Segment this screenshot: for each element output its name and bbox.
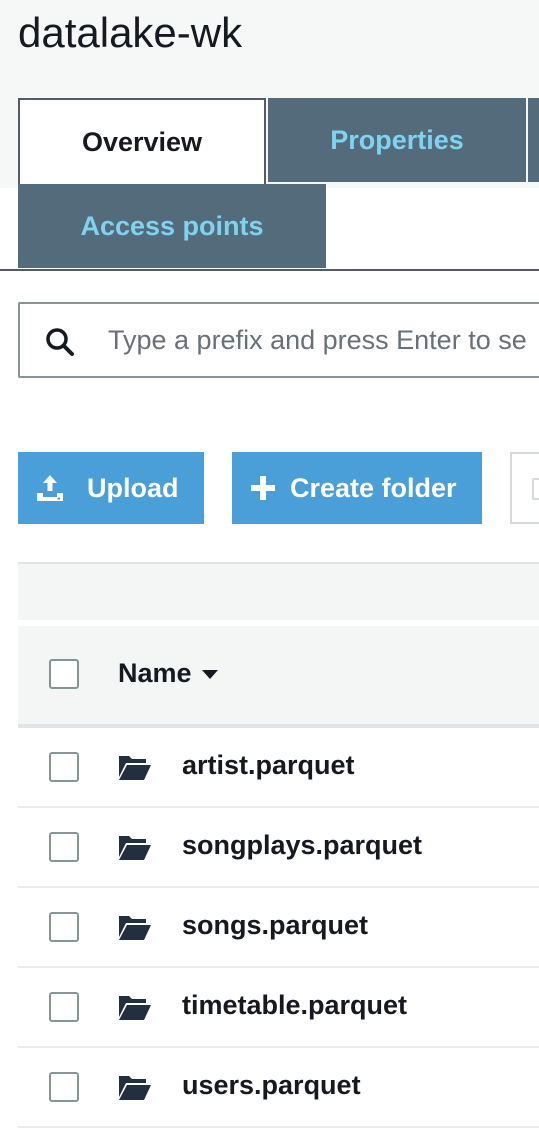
table-toolbar [18, 562, 539, 620]
caret-down-icon [201, 670, 218, 679]
table-row: artist.parquet [18, 728, 539, 808]
document-icon [532, 478, 539, 500]
tab-overview[interactable]: Overview [18, 98, 266, 184]
row-checkbox[interactable] [49, 1072, 79, 1102]
select-all-checkbox[interactable] [49, 659, 79, 689]
bucket-title: datalake-wk [18, 9, 243, 56]
tab-overflow-edge [528, 98, 539, 182]
upload-icon [37, 475, 63, 501]
column-name-label: Name [118, 658, 192, 688]
column-header-name[interactable]: Name [118, 658, 218, 689]
more-actions-button[interactable] [510, 452, 539, 524]
folder-name-link[interactable]: songs.parquet [182, 910, 368, 941]
folder-open-icon [119, 1076, 151, 1100]
folder-name-link[interactable]: artist.parquet [182, 750, 355, 781]
tab-divider [0, 269, 539, 271]
plus-icon [251, 476, 275, 500]
create-folder-label: Create folder [290, 472, 457, 503]
search-box[interactable] [18, 302, 539, 378]
table-row: songplays.parquet [18, 808, 539, 888]
folder-name-link[interactable]: songplays.parquet [182, 830, 422, 861]
table-row: users.parquet [18, 1048, 539, 1128]
upload-label: Upload [87, 472, 179, 503]
folder-open-icon [119, 756, 151, 780]
table-header: Name [18, 626, 539, 728]
create-folder-button[interactable]: Create folder [232, 452, 482, 524]
folder-open-icon [119, 996, 151, 1020]
folder-name-link[interactable]: users.parquet [182, 1070, 361, 1101]
folder-open-icon [119, 836, 151, 860]
folder-name-link[interactable]: timetable.parquet [182, 990, 407, 1021]
upload-button[interactable]: Upload [18, 452, 204, 524]
search-input[interactable] [108, 314, 528, 366]
row-checkbox[interactable] [49, 752, 79, 782]
search-icon [46, 328, 74, 356]
table-row: songs.parquet [18, 888, 539, 968]
row-checkbox[interactable] [49, 992, 79, 1022]
row-checkbox[interactable] [49, 912, 79, 942]
tab-access-points[interactable]: Access points [18, 184, 326, 268]
folder-open-icon [119, 916, 151, 940]
tab-properties[interactable]: Properties [268, 98, 526, 182]
row-checkbox[interactable] [49, 832, 79, 862]
table-row: timetable.parquet [18, 968, 539, 1048]
